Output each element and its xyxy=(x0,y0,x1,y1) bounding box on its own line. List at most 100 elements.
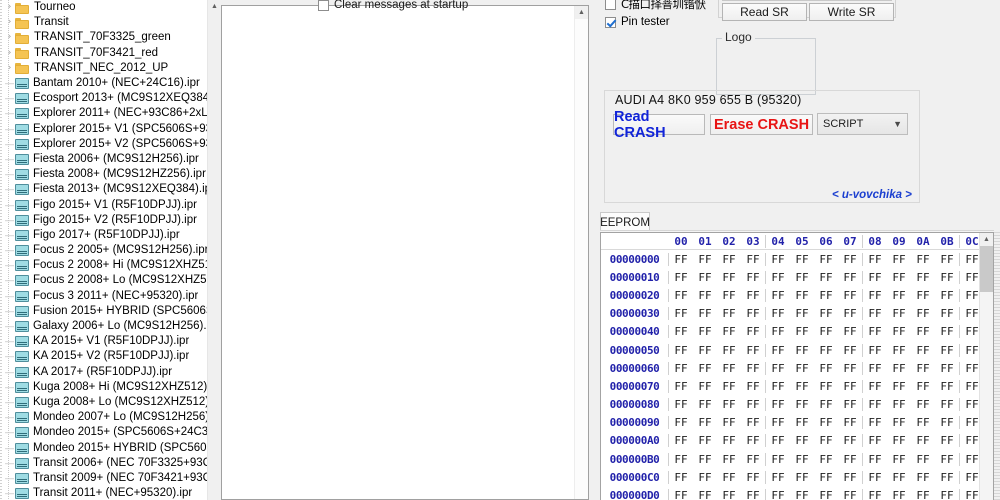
hex-row[interactable]: 00000050FFFFFFFFFFFFFFFFFFFFFFFFFFFFFFFF xyxy=(601,340,979,360)
checkbox-checked-icon[interactable] xyxy=(605,16,616,28)
hex-byte-cell[interactable]: FF xyxy=(814,362,838,375)
hex-byte-cell[interactable]: FF xyxy=(741,307,765,320)
tree-file-item[interactable]: — Focus 2 2008+ Hi (MC9S12XHZ512).ip xyxy=(0,258,207,273)
hex-byte-cell[interactable]: FF xyxy=(669,289,693,302)
hex-byte-cell[interactable]: FF xyxy=(814,253,838,266)
hex-byte-cell[interactable]: FF xyxy=(814,453,838,466)
hex-byte-cell[interactable]: FF xyxy=(717,434,741,447)
hex-byte-cell[interactable]: FF xyxy=(669,344,693,357)
hex-byte-cell[interactable]: FF xyxy=(863,471,887,484)
hex-byte-cell[interactable]: FF xyxy=(790,271,814,284)
hex-byte-cell[interactable]: FF xyxy=(863,307,887,320)
cjk-option-checkbox[interactable]: C描口择萻圳锴恹 xyxy=(605,0,706,12)
tree-file-item[interactable]: — Bantam 2010+ (NEC+24C16).ipr xyxy=(0,76,207,91)
hex-byte-cell[interactable]: FF xyxy=(717,362,741,375)
hex-byte-cell[interactable]: FF xyxy=(717,253,741,266)
hex-byte-cell[interactable]: FF xyxy=(717,271,741,284)
hex-byte-cell[interactable]: FF xyxy=(814,398,838,411)
hex-byte-cell[interactable]: FF xyxy=(790,398,814,411)
hex-byte-cell[interactable]: FF xyxy=(935,362,959,375)
hex-byte-cell[interactable]: FF xyxy=(960,325,979,338)
hex-byte-cell[interactable]: FF xyxy=(863,289,887,302)
hex-byte-cell[interactable]: FF xyxy=(960,271,979,284)
hex-byte-cell[interactable]: FF xyxy=(766,471,790,484)
tree-folder-item[interactable]: › Transit xyxy=(0,15,207,30)
hex-byte-cell[interactable]: FF xyxy=(766,416,790,429)
hex-byte-cell[interactable]: FF xyxy=(741,453,765,466)
message-log-scrollbar[interactable]: ▲ xyxy=(574,6,588,499)
hex-byte-cell[interactable]: FF xyxy=(814,344,838,357)
hex-byte-cell[interactable]: FF xyxy=(863,380,887,393)
hex-byte-cell[interactable]: FF xyxy=(935,398,959,411)
hex-byte-cell[interactable]: FF xyxy=(693,344,717,357)
pin-tester-checkbox[interactable]: Pin tester xyxy=(605,14,670,30)
tree-folder-item[interactable]: › TRANSIT_70F3325_green xyxy=(0,30,207,45)
hex-byte-cell[interactable]: FF xyxy=(766,325,790,338)
hex-byte-cell[interactable]: FF xyxy=(863,434,887,447)
hex-byte-cell[interactable]: FF xyxy=(887,453,911,466)
hex-byte-cell[interactable]: FF xyxy=(838,307,862,320)
hex-row[interactable]: 00000030FFFFFFFFFFFFFFFFFFFFFFFFFFFFFFFF xyxy=(601,304,979,323)
hex-byte-cell[interactable]: FF xyxy=(887,398,911,411)
hex-row[interactable]: 000000C0FFFFFFFFFFFFFFFFFFFFFFFFFFFFFFFF xyxy=(601,468,979,487)
expand-chevron-icon[interactable]: › xyxy=(4,46,15,61)
hex-byte-cell[interactable]: FF xyxy=(669,489,693,500)
hex-byte-cell[interactable]: FF xyxy=(741,289,765,302)
hex-byte-cell[interactable]: FF xyxy=(766,489,790,500)
hex-row[interactable]: 000000D0FFFFFFFFFFFFFFFFFFFFFFFFFFFFFFFF xyxy=(601,486,979,500)
hex-byte-cell[interactable]: FF xyxy=(887,416,911,429)
hex-byte-cell[interactable]: FF xyxy=(693,453,717,466)
hex-byte-cell[interactable]: FF xyxy=(814,271,838,284)
hex-byte-cell[interactable]: FF xyxy=(741,325,765,338)
hex-byte-cell[interactable]: FF xyxy=(863,416,887,429)
erase-crash-button[interactable]: Erase CRASH xyxy=(710,114,813,135)
tree-file-item[interactable]: — Fusion 2015+ HYBRID (SPC5606S+93C xyxy=(0,304,207,319)
sr-field-clipped[interactable] xyxy=(722,0,892,1)
hex-byte-cell[interactable]: FF xyxy=(766,253,790,266)
write-sr-button[interactable]: Write SR xyxy=(809,3,894,21)
message-log-panel[interactable]: ▲ xyxy=(221,5,589,500)
hex-byte-cell[interactable]: FF xyxy=(766,362,790,375)
clear-messages-at-startup-checkbox[interactable]: Clear messages at startup xyxy=(318,0,468,13)
hex-byte-cell[interactable]: FF xyxy=(669,325,693,338)
hex-byte-cell[interactable]: FF xyxy=(863,453,887,466)
hex-byte-cell[interactable]: FF xyxy=(693,253,717,266)
tree-file-item[interactable]: — Mondeo 2015+ (SPC5606S+24C32) Vi xyxy=(0,425,207,440)
hex-byte-cell[interactable]: FF xyxy=(717,489,741,500)
hex-byte-cell[interactable]: FF xyxy=(960,471,979,484)
hex-byte-cell[interactable]: FF xyxy=(960,398,979,411)
hex-byte-cell[interactable]: FF xyxy=(790,380,814,393)
hex-byte-cell[interactable]: FF xyxy=(669,453,693,466)
hex-byte-cell[interactable]: FF xyxy=(887,344,911,357)
hex-byte-cell[interactable]: FF xyxy=(814,380,838,393)
hex-byte-cell[interactable]: FF xyxy=(911,380,935,393)
hex-editor[interactable]: 00 01 02 03 04 05 06 07 08 09 0A 0B 0C0D0E0F 0000000… xyxy=(600,232,994,500)
hex-byte-cell[interactable]: FF xyxy=(935,489,959,500)
hex-byte-cell[interactable]: FF xyxy=(693,271,717,284)
hex-byte-cell[interactable]: FF xyxy=(838,416,862,429)
hex-byte-cell[interactable]: FF xyxy=(693,489,717,500)
tree-file-item[interactable]: — Ecosport 2013+ (MC9S12XEQ384).ipr xyxy=(0,91,207,106)
tree-file-item[interactable]: — Figo 2015+ V2 (R5F10DPJJ).ipr xyxy=(0,213,207,228)
tree-folder-item[interactable]: › TRANSIT_NEC_2012_UP xyxy=(0,61,207,76)
hex-byte-cell[interactable]: FF xyxy=(669,362,693,375)
hex-byte-cell[interactable]: FF xyxy=(911,307,935,320)
hex-byte-cell[interactable]: FF xyxy=(717,471,741,484)
hex-byte-cell[interactable]: FF xyxy=(838,434,862,447)
hex-byte-cell[interactable]: FF xyxy=(790,471,814,484)
hex-byte-cell[interactable]: FF xyxy=(960,380,979,393)
hex-byte-cell[interactable]: FF xyxy=(887,380,911,393)
expand-chevron-icon[interactable]: › xyxy=(4,0,15,15)
hex-byte-cell[interactable]: FF xyxy=(863,489,887,500)
hex-row[interactable]: 00000070FFFFFFFFFFFFFFFFFFFFFFFFFFFFFFFF xyxy=(601,377,979,396)
hex-byte-cell[interactable]: FF xyxy=(790,362,814,375)
tree-file-item[interactable]: — KA 2015+ V1 (R5F10DPJJ).ipr xyxy=(0,334,207,349)
hex-byte-cell[interactable]: FF xyxy=(766,398,790,411)
hex-byte-cell[interactable]: FF xyxy=(717,344,741,357)
tree-folder-item[interactable]: › Tourneo xyxy=(0,0,207,15)
hex-byte-cell[interactable]: FF xyxy=(693,398,717,411)
hex-byte-cell[interactable]: FF xyxy=(887,325,911,338)
hex-byte-cell[interactable]: FF xyxy=(935,289,959,302)
hex-byte-cell[interactable]: FF xyxy=(741,380,765,393)
hex-byte-cell[interactable]: FF xyxy=(887,271,911,284)
